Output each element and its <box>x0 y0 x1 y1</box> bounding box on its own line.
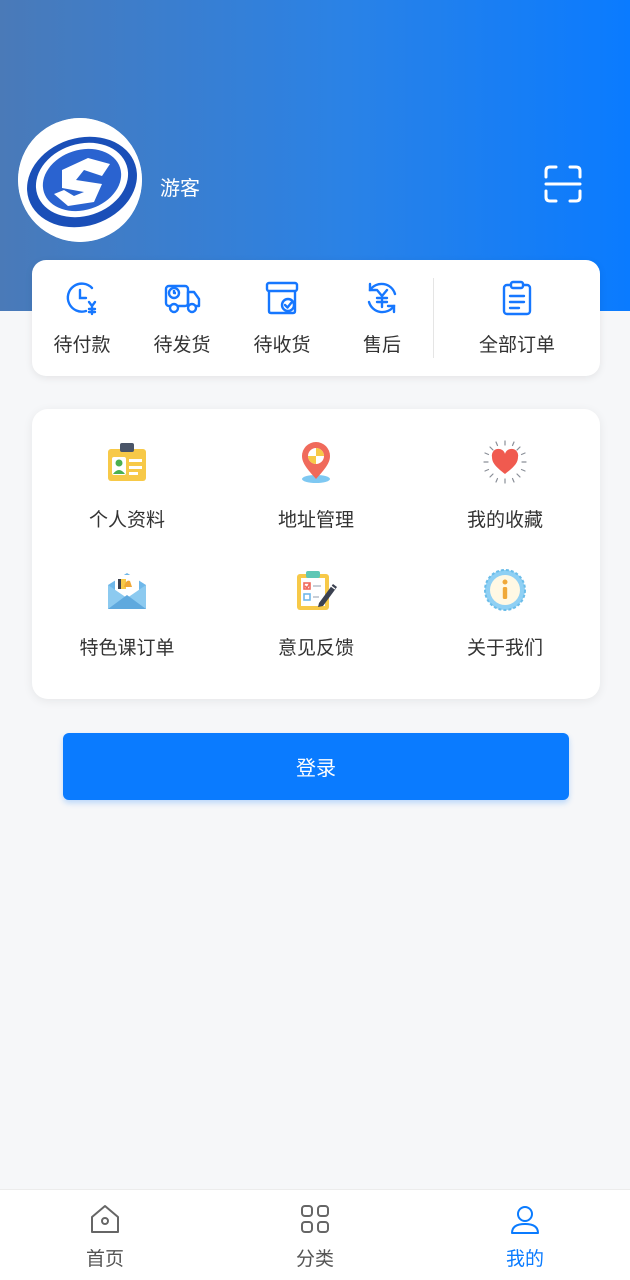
bottom-tab-bar: 首页 分类 我的 <box>0 1189 630 1280</box>
order-pending-shipment[interactable]: 待发货 <box>132 260 232 376</box>
tab-category-label: 分类 <box>295 1248 334 1270</box>
menu-favorites[interactable]: 我的收藏 <box>410 409 600 531</box>
order-after-sales-label: 售后 <box>362 334 401 356</box>
menu-card: 个人资料 地址管理 我的收藏 特色课订单 意见反馈 关于我们 <box>32 409 600 699</box>
tab-category[interactable]: 分类 <box>210 1190 420 1280</box>
tab-mine[interactable]: 我的 <box>420 1190 630 1280</box>
yuan-refresh-icon <box>367 282 397 314</box>
order-pending-receipt[interactable]: 待收货 <box>232 260 332 376</box>
menu-address[interactable]: 地址管理 <box>221 409 411 531</box>
envelope-icon <box>108 573 146 609</box>
menu-feedback-label: 意见反馈 <box>277 637 354 659</box>
profile-card-icon <box>108 443 146 481</box>
info-icon <box>484 569 526 611</box>
order-pending-receipt-label: 待收货 <box>253 334 311 356</box>
truck-icon <box>164 284 201 314</box>
tab-home-label: 首页 <box>85 1248 124 1270</box>
menu-course-orders[interactable]: 特色课订单 <box>32 537 222 659</box>
feedback-clipboard-icon <box>297 571 337 610</box>
tab-mine-label: 我的 <box>505 1248 544 1270</box>
order-after-sales[interactable]: 售后 <box>332 260 432 376</box>
order-status-card: 待付款 待发货 待收货 售后 全部订单 <box>32 260 600 376</box>
menu-about[interactable]: 关于我们 <box>410 537 600 659</box>
username: 游客 <box>160 176 200 200</box>
order-all[interactable]: 全部订单 <box>452 260 582 376</box>
user-icon <box>511 1206 539 1234</box>
home-icon <box>91 1205 119 1233</box>
menu-address-label: 地址管理 <box>277 509 354 531</box>
menu-about-label: 关于我们 <box>466 637 543 659</box>
logo-icon <box>18 118 142 242</box>
pending-payment-icon <box>66 282 97 316</box>
heart-icon <box>483 440 527 484</box>
tab-home[interactable]: 首页 <box>0 1190 210 1280</box>
box-check-icon <box>265 281 299 315</box>
avatar[interactable] <box>18 118 142 242</box>
scan-icon <box>544 165 582 203</box>
menu-course-orders-label: 特色课订单 <box>79 637 175 659</box>
order-divider <box>433 278 434 358</box>
order-all-label: 全部订单 <box>478 334 555 356</box>
order-pending-payment[interactable]: 待付款 <box>32 260 132 376</box>
login-button[interactable]: 登录 <box>63 733 569 800</box>
menu-profile-label: 个人资料 <box>88 509 165 531</box>
grid-icon <box>301 1205 329 1233</box>
menu-favorites-label: 我的收藏 <box>466 509 543 531</box>
clipboard-list-icon <box>502 280 532 316</box>
order-pending-shipment-label: 待发货 <box>153 334 211 356</box>
menu-feedback[interactable]: 意见反馈 <box>221 537 411 659</box>
scan-button[interactable] <box>542 163 584 205</box>
order-pending-payment-label: 待付款 <box>53 334 111 356</box>
menu-profile[interactable]: 个人资料 <box>32 409 222 531</box>
location-pin-icon <box>302 442 330 483</box>
